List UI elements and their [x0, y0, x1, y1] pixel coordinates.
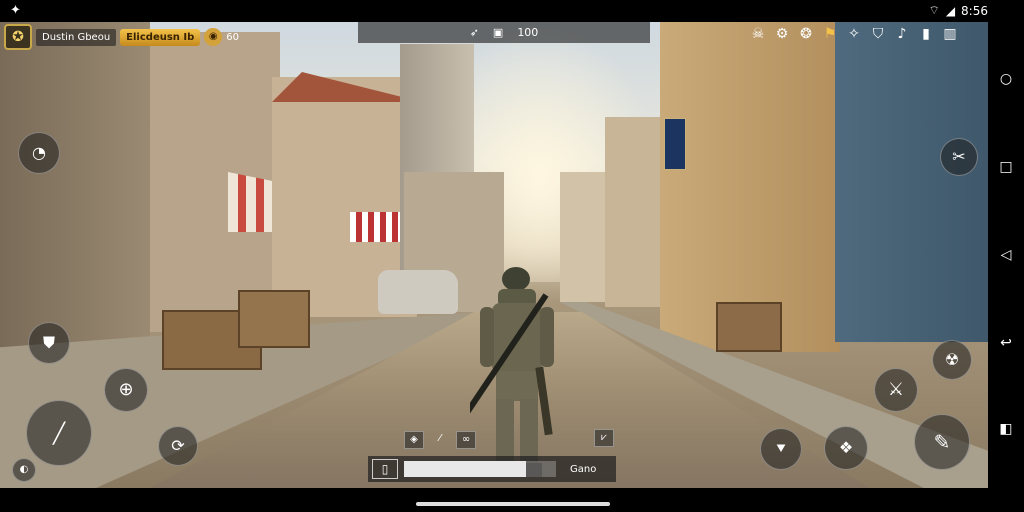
crate-right — [716, 302, 782, 352]
bottom-bar — [0, 488, 1024, 512]
status-bar: ✦ ⌔ ◢ 8:56 — [0, 0, 1024, 22]
grenade-slot[interactable]: ◈ — [404, 431, 424, 449]
game-scene[interactable] — [0, 22, 988, 488]
compass-icon[interactable]: ✧ — [846, 26, 862, 42]
skull-icon[interactable]: ☠ — [750, 26, 766, 42]
top-right-icons: ☠ ⚙ ❂ ⚑ ✧ ⛉ ♪ ▮ ▥ — [750, 26, 958, 42]
knife-slot[interactable]: ⁄ — [430, 431, 450, 449]
map-icon[interactable]: ▥ — [942, 26, 958, 42]
status-time: 8:56 — [961, 3, 988, 18]
crouch-button[interactable]: ⯆ — [760, 428, 802, 470]
gear-icon[interactable]: ❂ — [798, 26, 814, 42]
fire-button[interactable]: ✎ — [914, 414, 970, 470]
top-center-hud: ➶ ▣ 100 — [358, 22, 650, 43]
aim-button[interactable]: ⊕ — [104, 368, 148, 412]
gold-badge[interactable]: Elicdeusn Ib — [120, 28, 201, 46]
player-avatar-icon[interactable]: ✪ — [4, 24, 32, 50]
weapon-icon: ▯ — [372, 459, 398, 479]
shield-icon[interactable]: ⛉ — [870, 26, 886, 42]
home-indicator[interactable] — [416, 502, 610, 506]
ammo-box-icon: ▣ — [492, 26, 504, 39]
volume-icon[interactable]: ♪ — [894, 26, 910, 42]
home-circle-icon[interactable]: ○ — [997, 70, 1015, 88]
status-icons: ⌔ ◢ 8:56 — [929, 3, 988, 18]
building-left-near — [0, 22, 150, 352]
ammo-track — [404, 461, 556, 477]
recents-square-icon[interactable]: □ — [997, 158, 1015, 176]
navigation-bar: ○ □ ◁ ↩ ◧ — [988, 22, 1024, 490]
small-left-button[interactable]: ◐ — [12, 458, 36, 482]
tools-button[interactable]: ✂ — [940, 138, 978, 176]
bullet-icon: ➶ — [469, 26, 479, 39]
weapon-label: Gano — [570, 463, 597, 475]
crate-left-2 — [238, 290, 310, 348]
blue-banner — [664, 118, 686, 170]
wifi-icon: ⌔ — [928, 3, 940, 17]
player-info: ✪ Dustin Gbeou Elicdeusn Ib ◉ 60 — [4, 24, 239, 50]
look-icon[interactable]: ◔ — [18, 132, 60, 174]
reload-button[interactable]: ⟳ — [158, 426, 198, 466]
jump-button[interactable]: ❖ — [824, 426, 868, 470]
player-name: Dustin Gbeou — [36, 28, 117, 46]
weapon-slots: ◈ ⁄ ∞ — [404, 431, 476, 449]
app-notification-icon: ✦ — [10, 3, 21, 18]
triangle-icon[interactable]: ◁ — [997, 246, 1015, 264]
back-icon[interactable]: ↩ — [997, 334, 1015, 352]
settings-icon[interactable]: ⚙ — [774, 26, 790, 42]
player-soldier — [470, 267, 554, 477]
split-icon[interactable]: ◧ — [997, 420, 1015, 438]
shield-button[interactable]: ⛊ — [28, 322, 70, 364]
grenade-button[interactable]: ☢ — [932, 340, 972, 380]
bag-icon[interactable]: ▮ — [918, 26, 934, 42]
parked-car — [378, 270, 458, 314]
glasses-slot[interactable]: ∞ — [456, 431, 476, 449]
coin-count: 60 — [226, 31, 240, 43]
melee-button[interactable]: ⚔ — [874, 368, 918, 412]
flag-icon[interactable]: ⚑ — [822, 26, 838, 42]
center-value: 100 — [517, 26, 539, 39]
extra-slot[interactable]: ⩗ — [594, 429, 614, 447]
signal-icon: ◢ — [945, 3, 956, 18]
joystick[interactable]: ╱ — [26, 400, 92, 466]
weapon-bar[interactable]: ▯ Gano — [368, 456, 616, 482]
ammo-fill — [404, 461, 526, 477]
coin-icon: ◉ — [204, 28, 223, 46]
building-right-blue — [835, 22, 988, 342]
